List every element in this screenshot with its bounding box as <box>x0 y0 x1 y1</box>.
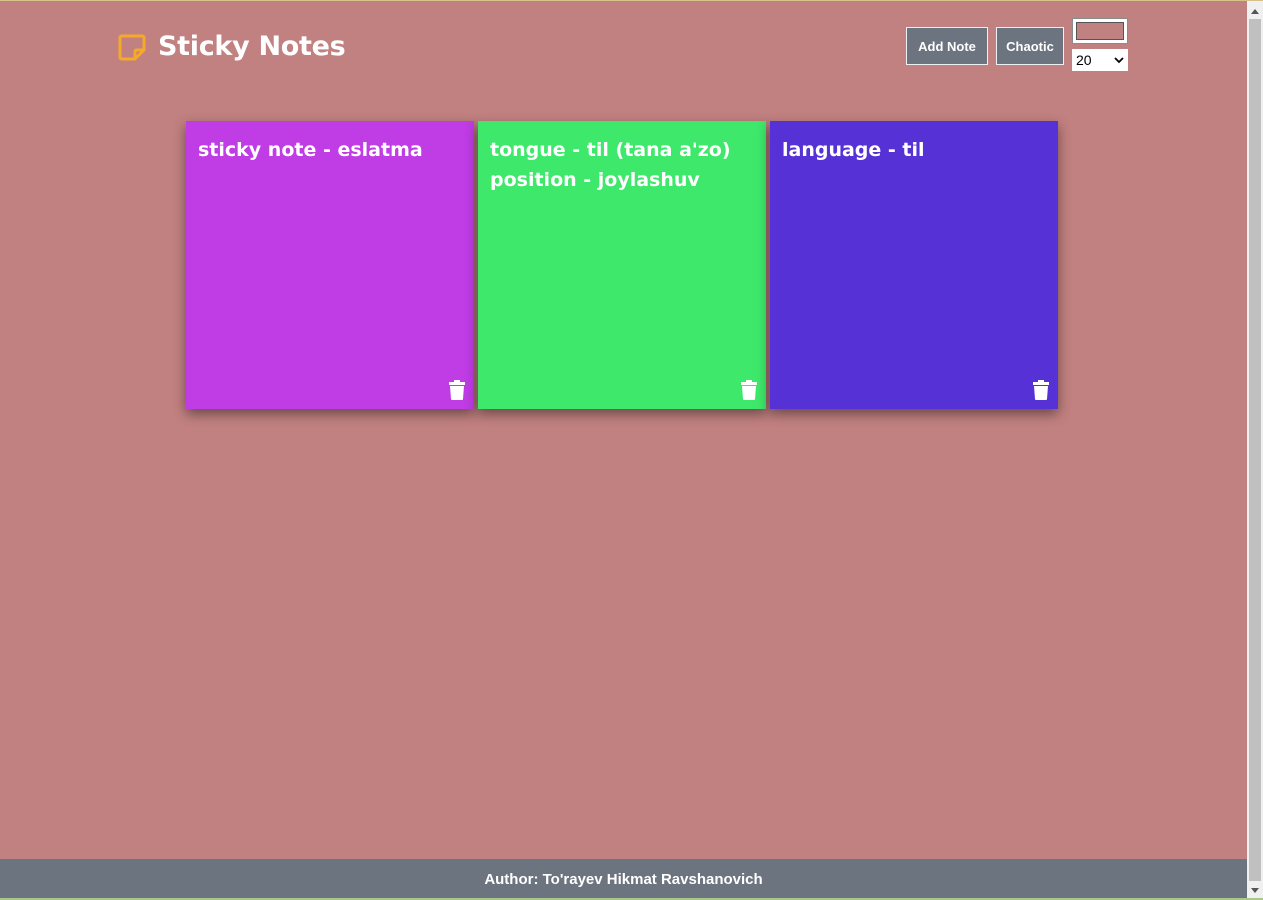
trash-icon[interactable] <box>448 379 466 401</box>
scroll-up-arrow-icon[interactable] <box>1247 3 1263 19</box>
trash-icon[interactable] <box>1032 379 1050 401</box>
chevron-down-icon <box>1114 57 1124 64</box>
settings-stack: 20 <box>1072 18 1128 71</box>
header: Sticky Notes <box>118 31 346 62</box>
sticky-note[interactable]: sticky note - eslatma <box>186 121 474 409</box>
trash-icon[interactable] <box>740 379 758 401</box>
sticky-note[interactable]: tongue - til (tana a'zo) position - joyla… <box>478 121 766 409</box>
footer-author: Author: To'rayev Hikmat Ravshanovich <box>484 870 763 888</box>
color-swatch <box>1076 22 1124 40</box>
vertical-scrollbar[interactable] <box>1247 1 1263 900</box>
note-text-line[interactable]: language - til <box>782 135 1046 165</box>
toolbar: Add Note Chaotic 20 <box>906 18 1128 71</box>
app-title: Sticky Notes <box>158 31 346 62</box>
sticky-note-icon <box>118 34 146 60</box>
scroll-down-arrow-icon[interactable] <box>1247 883 1263 899</box>
app-window: Sticky Notes Add Note Chaotic 20 sticky … <box>0 0 1263 900</box>
chaotic-button[interactable]: Chaotic <box>996 27 1064 65</box>
font-size-value: 20 <box>1076 52 1092 68</box>
footer: Author: To'rayev Hikmat Ravshanovich <box>0 859 1247 899</box>
sticky-note[interactable]: language - til <box>770 121 1058 409</box>
note-text-line[interactable]: tongue - til (tana a'zo) <box>490 135 754 165</box>
note-text-line[interactable]: sticky note - eslatma <box>198 135 462 165</box>
background-color-picker[interactable] <box>1072 18 1128 44</box>
add-note-button[interactable]: Add Note <box>906 27 988 65</box>
font-size-select[interactable]: 20 <box>1072 49 1128 71</box>
note-text-line[interactable]: position - joylashuv <box>490 165 754 195</box>
notes-board: sticky note - eslatma tongue - til (tana … <box>186 121 1058 409</box>
scrollbar-thumb[interactable] <box>1249 19 1261 881</box>
